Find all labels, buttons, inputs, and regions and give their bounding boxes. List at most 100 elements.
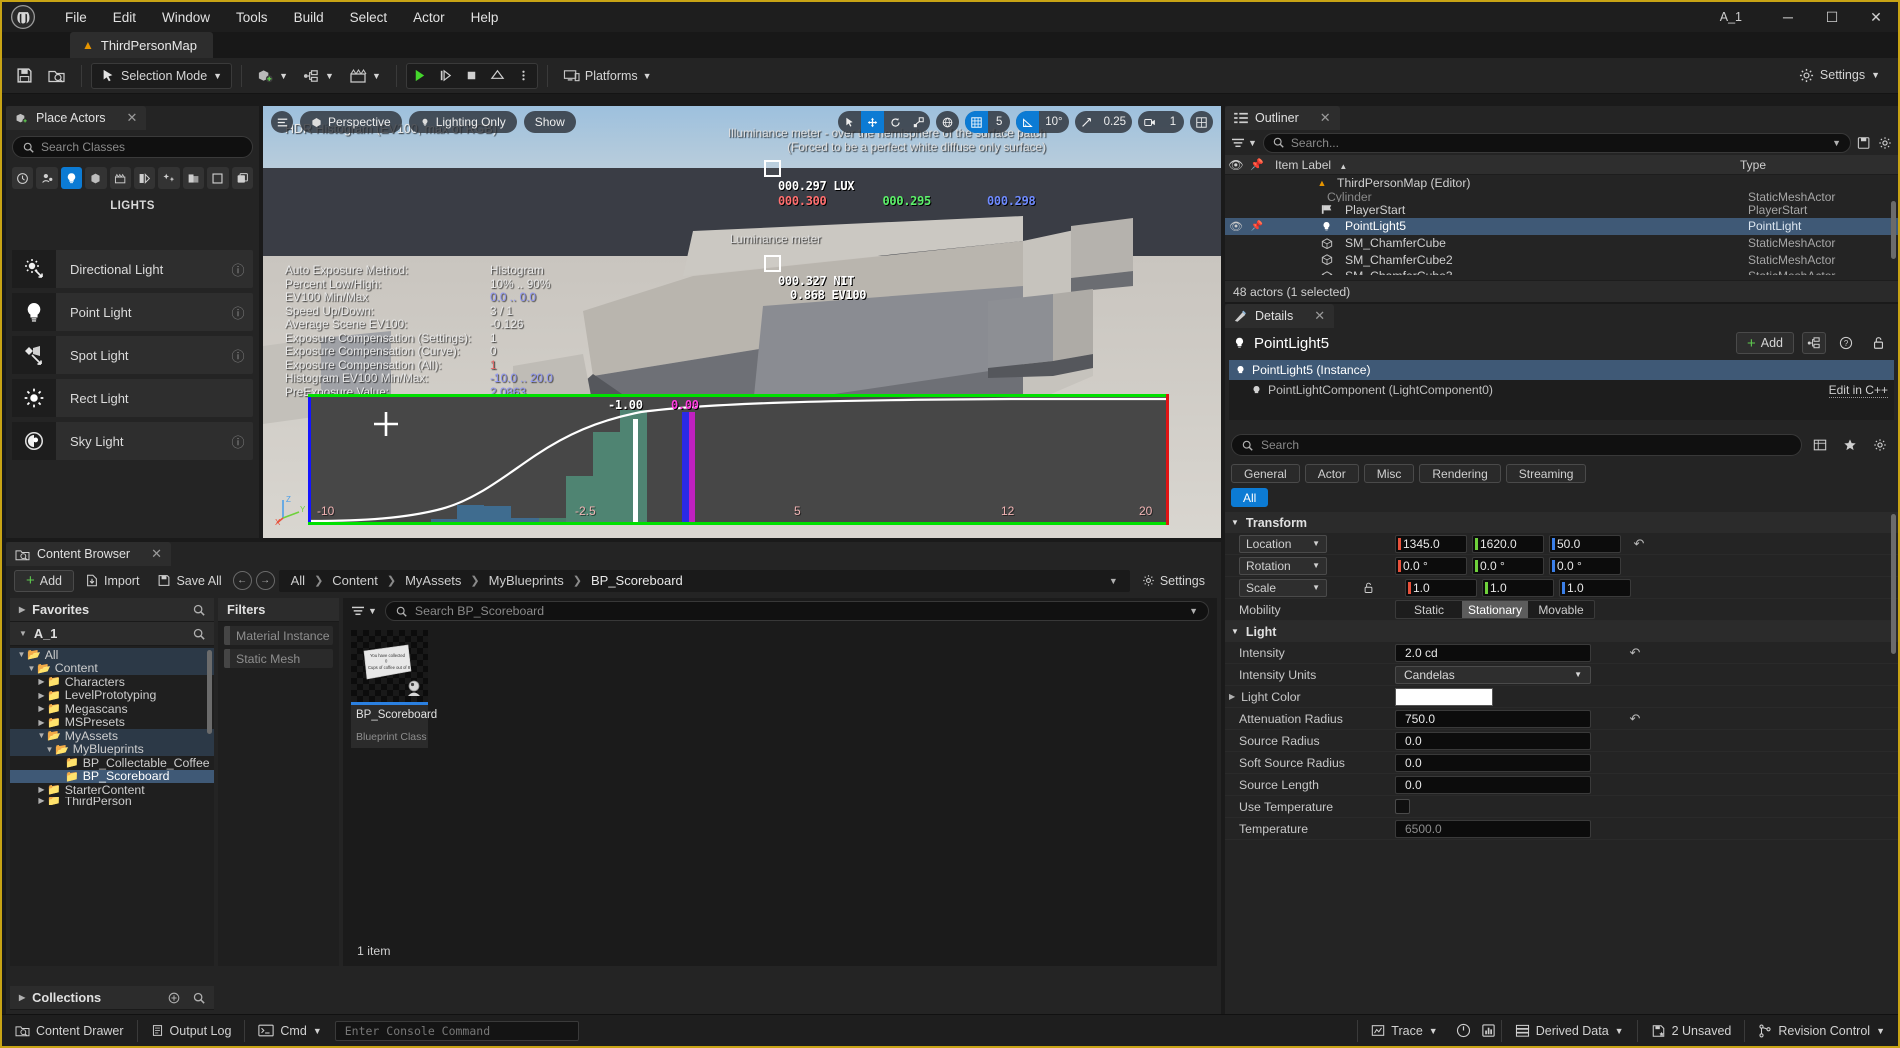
menu-item-help[interactable]: Help: [458, 6, 512, 29]
tree-node-megascans[interactable]: ▶ 📁 Megascans: [10, 702, 214, 716]
scale-x-field[interactable]: 1.0: [1405, 578, 1477, 597]
help-icon[interactable]: ⓘ: [223, 303, 253, 322]
chevron-down-icon[interactable]: ▼: [44, 745, 55, 754]
derived-data-button[interactable]: Derived Data ▼: [1502, 1015, 1637, 1047]
breadcrumb-item-content[interactable]: Content: [332, 573, 378, 588]
menu-item-tools[interactable]: Tools: [223, 6, 281, 29]
viewport-viewmode-dropdown[interactable]: Lighting Only: [408, 111, 517, 133]
play-button[interactable]: [407, 64, 433, 88]
column-item-label[interactable]: Item Label ▲: [1267, 158, 1740, 172]
pin-icon[interactable]: 📌: [1247, 158, 1267, 171]
place-actors-tab[interactable]: Place Actors ✕: [6, 106, 147, 130]
tree-node-myassets[interactable]: ▼ 📂 MyAssets: [10, 729, 214, 743]
chevron-right-icon[interactable]: ▶: [36, 704, 47, 713]
rotate-tool[interactable]: [884, 111, 907, 133]
close-icon[interactable]: ✕: [1320, 110, 1331, 126]
output-log-button[interactable]: Output Log: [138, 1015, 245, 1047]
scale-z-field[interactable]: 1.0: [1559, 578, 1631, 597]
chevron-down-icon[interactable]: ▼: [1189, 606, 1198, 616]
breadcrumb-item-myassets[interactable]: MyAssets: [405, 573, 461, 588]
play-options-button[interactable]: [511, 64, 537, 88]
unreal-logo-icon[interactable]: [2, 2, 44, 32]
actor-spot-light[interactable]: Spot Light ⓘ: [12, 336, 253, 374]
category-recent[interactable]: [11, 167, 34, 189]
chevron-right-icon[interactable]: ▶: [36, 691, 47, 700]
menu-item-window[interactable]: Window: [149, 6, 223, 29]
favorites-star-icon[interactable]: [1838, 434, 1862, 456]
skip-button[interactable]: [433, 64, 459, 88]
maximize-button[interactable]: ☐: [1810, 2, 1854, 32]
section-light[interactable]: ▼ Light: [1225, 621, 1898, 642]
search-icon[interactable]: [193, 628, 205, 640]
chevron-down-icon[interactable]: ▼: [26, 664, 37, 673]
viewport-perspective-dropdown[interactable]: Perspective: [300, 111, 402, 133]
cmd-dropdown[interactable]: Cmd ▼: [245, 1015, 334, 1047]
breadcrumb-item-all[interactable]: All: [291, 573, 305, 588]
place-actors-search[interactable]: Search Classes: [12, 136, 253, 158]
outliner-scroll-thumb[interactable]: [1891, 201, 1896, 259]
viewport-menu-icon[interactable]: [271, 111, 293, 133]
section-transform[interactable]: ▼ Transform: [1225, 512, 1898, 533]
trace-button[interactable]: Trace ▼: [1358, 1015, 1450, 1047]
reset-intensity-button[interactable]: ↶: [1622, 645, 1648, 661]
visibility-toggle[interactable]: 👁: [1225, 220, 1247, 233]
project-root-header[interactable]: ▼ A_1: [10, 622, 214, 646]
filter-rendering[interactable]: Rendering: [1419, 464, 1501, 483]
details-settings-icon[interactable]: [1868, 434, 1892, 456]
blueprints-button[interactable]: ▼: [297, 63, 340, 89]
translate-tool[interactable]: [861, 111, 885, 133]
outliner-filter-button[interactable]: ▼: [1231, 137, 1257, 149]
collections-header[interactable]: ▶ Collections: [10, 986, 214, 1010]
column-layout-icon[interactable]: [1808, 434, 1832, 456]
outliner-settings-button[interactable]: [1878, 136, 1892, 150]
performance-button[interactable]: [1451, 1015, 1476, 1047]
actor-sky-light[interactable]: Sky Light ⓘ: [12, 422, 253, 460]
menu-item-file[interactable]: File: [52, 6, 100, 29]
selection-mode-dropdown[interactable]: Selection Mode ▼: [91, 62, 233, 89]
tree-node-myblueprints[interactable]: ▼ 📂 MyBlueprints: [10, 742, 214, 756]
filter-all[interactable]: All: [1231, 488, 1269, 507]
tree-node-content[interactable]: ▼ 📂 Content: [10, 661, 214, 675]
tree-node-bp-scoreboard[interactable]: 📁 BP_Scoreboard: [10, 769, 214, 783]
lock-icon[interactable]: [1866, 332, 1890, 354]
close-icon[interactable]: ✕: [126, 110, 137, 126]
tree-node-all[interactable]: ▼ 📂 All: [10, 648, 214, 662]
help-icon[interactable]: ⓘ: [223, 346, 253, 365]
details-scroll-thumb[interactable]: [1891, 514, 1896, 654]
cb-save-all-button[interactable]: Save All: [150, 570, 228, 592]
help-icon[interactable]: ?: [1834, 332, 1858, 354]
chevron-right-icon[interactable]: ▶: [1229, 692, 1235, 701]
close-icon[interactable]: ✕: [1314, 308, 1325, 324]
stats-button[interactable]: [1476, 1015, 1501, 1047]
attenuation-radius-field[interactable]: 750.0: [1395, 709, 1591, 728]
tree-node-characters[interactable]: ▶ 📁 Characters: [10, 675, 214, 689]
tree-node-mspresets[interactable]: ▶ 📁 MSPresets: [10, 715, 214, 729]
actor-point-light[interactable]: Point Light ⓘ: [12, 293, 253, 331]
tree-node-thirdperson[interactable]: ▶ 📁 ThirdPerson: [10, 797, 214, 805]
filter-material-instance[interactable]: Material Instance: [224, 626, 333, 645]
source-length-field[interactable]: 0.0: [1395, 775, 1591, 794]
tree-node-startercontent[interactable]: ▶ 📁 StarterContent: [10, 783, 214, 797]
table-row[interactable]: SM_ChamferCube2 StaticMeshActor: [1225, 251, 1898, 268]
filter-actor[interactable]: Actor: [1304, 464, 1359, 483]
scale-y-field[interactable]: 1.0: [1482, 578, 1554, 597]
source-radius-field[interactable]: 0.0: [1395, 731, 1591, 750]
mobility-movable[interactable]: Movable: [1528, 601, 1594, 618]
rotation-y-field[interactable]: 0.0 °: [1472, 556, 1544, 575]
actor-directional-light[interactable]: Directional Light ⓘ: [12, 250, 253, 288]
category-all-classes[interactable]: [231, 167, 254, 189]
chevron-down-icon[interactable]: ▼: [16, 650, 27, 659]
tree-node-bp-collectable-coffee[interactable]: 📁 BP_Collectable_Coffee: [10, 756, 214, 770]
cb-settings-button[interactable]: Settings: [1134, 570, 1213, 592]
cb-forward-button[interactable]: →: [255, 571, 275, 590]
tree-node-levelprototyping[interactable]: ▶ 📁 LevelPrototyping: [10, 688, 214, 702]
cb-back-button[interactable]: ←: [232, 571, 252, 590]
breadcrumb-item-bp-scoreboard[interactable]: BP_Scoreboard: [591, 573, 683, 588]
add-component-button[interactable]: + Add: [1735, 332, 1794, 354]
scale-snap-value[interactable]: 0.25: [1098, 111, 1132, 133]
camera-speed-icon[interactable]: [1138, 111, 1162, 133]
details-tab[interactable]: Details ✕: [1225, 304, 1335, 328]
cinematics-button[interactable]: ▼: [343, 63, 387, 89]
chevron-down-icon[interactable]: ▼: [36, 731, 47, 740]
editor-settings-button[interactable]: Settings ▼: [1791, 62, 1888, 88]
